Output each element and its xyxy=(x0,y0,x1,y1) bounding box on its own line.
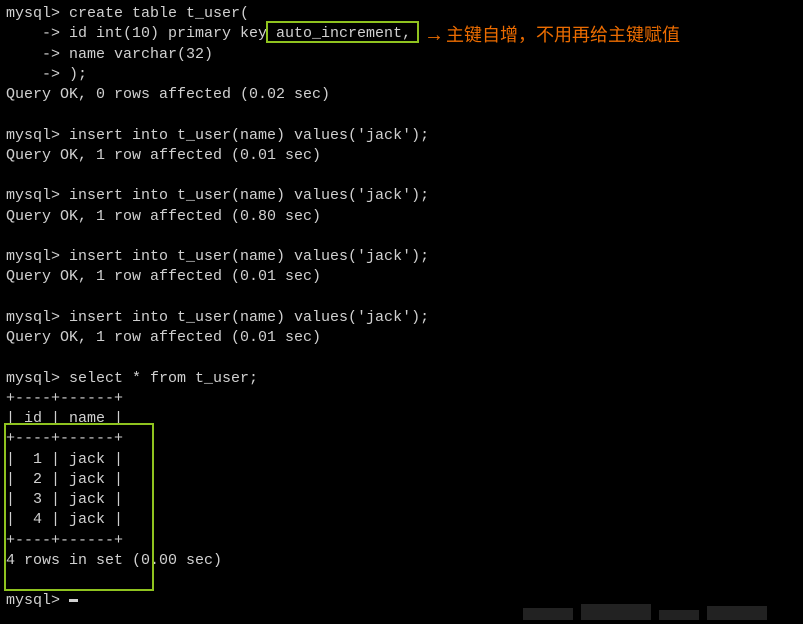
cursor xyxy=(69,599,78,602)
terminal-line: Query OK, 1 row affected (0.01 sec) xyxy=(6,146,797,166)
annotation-text: 主键自增，不用再给主键赋值 xyxy=(446,23,680,47)
terminal-line: mysql> insert into t_user(name) values('… xyxy=(6,126,797,146)
terminal-line: mysql> insert into t_user(name) values('… xyxy=(6,308,797,328)
watermark-smudge xyxy=(523,598,803,620)
terminal-line: Query OK, 1 row affected (0.80 sec) xyxy=(6,207,797,227)
highlight-auto-increment xyxy=(266,21,419,43)
terminal-line: Query OK, 1 row affected (0.01 sec) xyxy=(6,328,797,348)
terminal-line: +----+------+ xyxy=(6,389,797,409)
terminal-line xyxy=(6,105,797,125)
terminal-line xyxy=(6,166,797,186)
terminal-line xyxy=(6,227,797,247)
terminal-line: mysql> insert into t_user(name) values('… xyxy=(6,186,797,206)
terminal-line xyxy=(6,348,797,368)
terminal-line xyxy=(6,288,797,308)
terminal-line: Query OK, 0 rows affected (0.02 sec) xyxy=(6,85,797,105)
terminal-line: mysql> insert into t_user(name) values('… xyxy=(6,247,797,267)
terminal-line: -> ); xyxy=(6,65,797,85)
annotation-label: → 主键自增，不用再给主键赋值 xyxy=(424,22,680,49)
highlight-result-table xyxy=(4,423,154,591)
terminal-line: mysql> select * from t_user; xyxy=(6,369,797,389)
arrow-icon: → xyxy=(424,22,444,49)
terminal-line: Query OK, 1 row affected (0.01 sec) xyxy=(6,267,797,287)
